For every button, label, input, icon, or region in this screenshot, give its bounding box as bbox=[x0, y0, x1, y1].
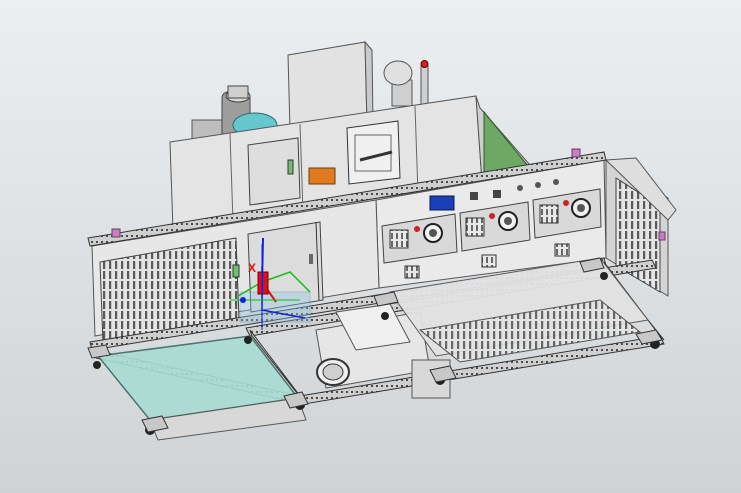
warning-label bbox=[308, 167, 336, 185]
blue-display bbox=[429, 195, 455, 211]
machine-3d-model[interactable]: X bbox=[0, 0, 741, 493]
signal-tower-light bbox=[420, 60, 429, 107]
cad-viewport[interactable]: X bbox=[0, 0, 741, 493]
exhaust-pipe bbox=[383, 60, 413, 107]
bottom-glass-panel bbox=[96, 335, 307, 441]
x-axis-label: X bbox=[248, 261, 256, 275]
right-side-section bbox=[604, 157, 677, 297]
